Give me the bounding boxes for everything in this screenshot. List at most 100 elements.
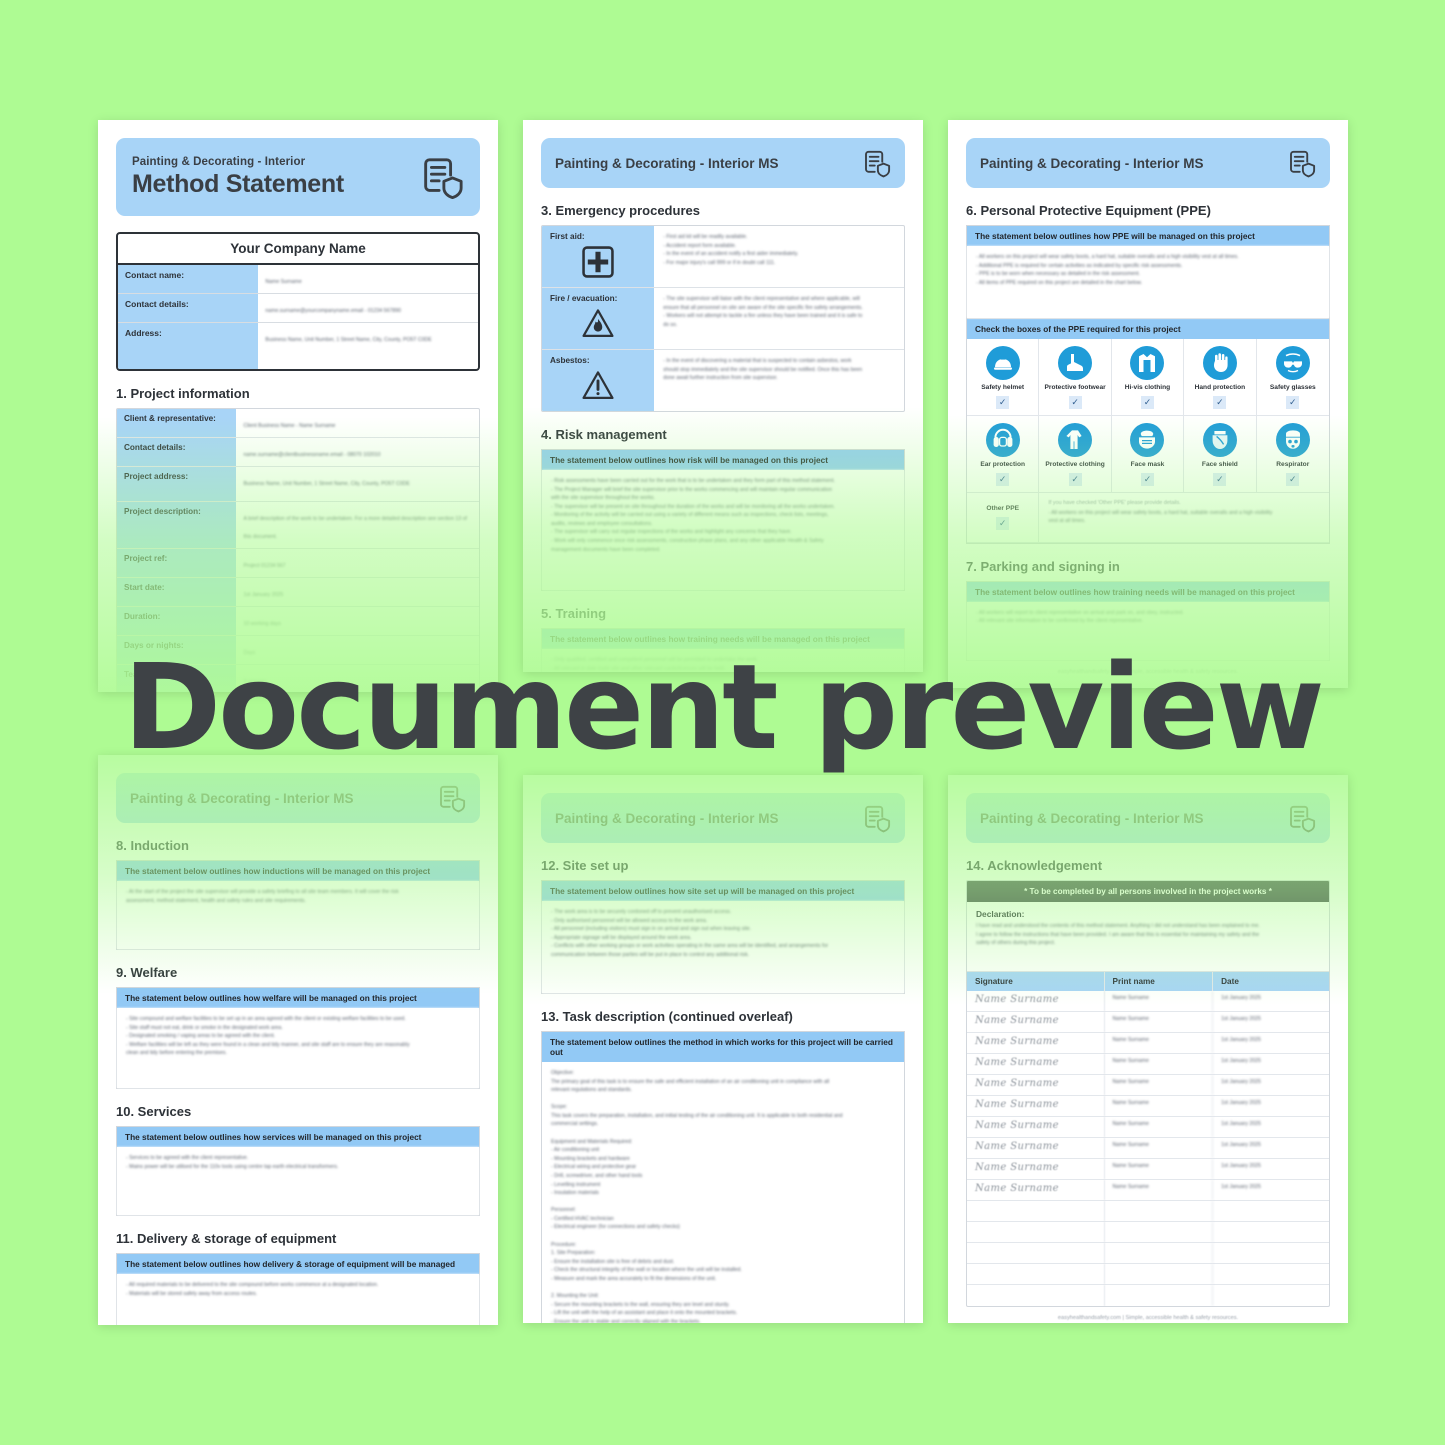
ppe-item-other[interactable]: Other PPE ✓ xyxy=(967,492,1040,542)
signature-cell xyxy=(967,1222,1105,1242)
signature-cell: Name Surname xyxy=(967,1012,1105,1032)
signature-rows: Name Surname Name Surname 1st January 20… xyxy=(967,991,1329,1306)
print-name-cell xyxy=(1105,1264,1214,1284)
ppe-checkbox[interactable]: ✓ xyxy=(1068,472,1082,486)
ppe-checkbox[interactable]: ✓ xyxy=(1140,395,1154,409)
date-cell: 1st January 2025 xyxy=(1221,995,1261,1001)
statement-body: Objective: The primary goal of this task… xyxy=(542,1062,904,1323)
signature-cell: Name Surname xyxy=(967,991,1105,1011)
section-title-parking-signing-in: 7. Parking and signing in xyxy=(966,558,1120,574)
table-row[interactable]: Name Surname Name Surname 1st January 20… xyxy=(967,1033,1329,1054)
table-row[interactable]: Name Surname Name Surname 1st January 20… xyxy=(967,1117,1329,1138)
print-name-cell: Name Surname xyxy=(1105,1117,1214,1137)
date-cell: 1st January 2025 xyxy=(1221,1016,1261,1022)
table-row[interactable]: Name Surname Name Surname 1st January 20… xyxy=(967,1159,1329,1180)
table-row[interactable]: Name Surname Name Surname 1st January 20… xyxy=(967,1012,1329,1033)
ppe-item-hand-protection[interactable]: Hand protection ✓ xyxy=(1184,339,1257,416)
row-label: Duration: xyxy=(117,607,237,635)
signature-cell xyxy=(967,1264,1105,1284)
section-title-risk-management: 4. Risk management xyxy=(541,427,667,442)
table-row[interactable] xyxy=(967,1201,1329,1222)
document-page-5: Painting & Decorating - Interior MS 12. … xyxy=(523,775,923,1323)
ppe-item-protective-clothing[interactable]: Protective clothing ✓ xyxy=(1039,415,1112,493)
row-value: Days xyxy=(243,650,256,656)
ppe-label: Face shield xyxy=(1201,460,1238,468)
page-banner: Painting & Decorating - Interior MS xyxy=(966,138,1330,188)
ppe-other-details: If you have checked 'Other PPE' please p… xyxy=(1039,493,1329,542)
ppe-checkbox[interactable]: ✓ xyxy=(1140,472,1154,486)
delivery-storage-statement: The statement below outlines how deliver… xyxy=(116,1253,480,1325)
declaration-text: I have read and understood the contents … xyxy=(976,923,1260,947)
document-page-4: Painting & Decorating - Interior MS 8. I… xyxy=(98,755,498,1325)
table-row[interactable]: Name Surname Name Surname 1st January 20… xyxy=(967,1138,1329,1159)
signature-cell xyxy=(967,1243,1105,1263)
table-row[interactable] xyxy=(967,1264,1329,1285)
table-row[interactable]: Name Surname Name Surname 1st January 20… xyxy=(967,1054,1329,1075)
ppe-item-respirator[interactable]: Respirator ✓ xyxy=(1256,416,1329,493)
section-title-training: 5. Training xyxy=(541,606,607,621)
signature-cell: Name Surname xyxy=(967,1033,1105,1053)
ppe-item-hi-vis-clothing[interactable]: Hi-vis clothing ✓ xyxy=(1111,339,1185,416)
table-row[interactable] xyxy=(967,1243,1329,1264)
first-aid-cross-icon xyxy=(581,245,615,279)
row-label: Fire / evacuation: xyxy=(550,294,618,303)
section-title-acknowledgement: 14. Acknowledgement xyxy=(966,858,1103,873)
training-statement: The statement below outlines how trainin… xyxy=(541,628,905,672)
table-row[interactable]: Name Surname Name Surname 1st January 20… xyxy=(967,1096,1329,1117)
ppe-other-row: Other PPE ✓ If you have checked 'Other P… xyxy=(967,492,1329,543)
table-row[interactable] xyxy=(967,1285,1329,1306)
table-row: Contact details: name.surname@clientbusi… xyxy=(117,438,479,467)
print-name-cell xyxy=(1105,1285,1214,1306)
date-cell: 1st January 2025 xyxy=(1221,1163,1261,1169)
table-row: Fire / evacuation: - The site supervisor… xyxy=(542,288,904,350)
statement-body: - At the start of the project the site s… xyxy=(117,881,479,949)
table-row[interactable]: Name Surname Name Surname 1st January 20… xyxy=(967,1075,1329,1096)
ppe-item-ear-protection[interactable]: Ear protection ✓ xyxy=(967,415,1040,493)
ppe-item-safety-glasses[interactable]: Safety glasses ✓ xyxy=(1256,339,1329,416)
safety-glasses-icon xyxy=(1275,346,1310,380)
statement-body: - Site compound and welfare facilities t… xyxy=(117,1008,479,1088)
warning-triangle-icon xyxy=(581,369,615,403)
print-name-cell: Name Surname xyxy=(1105,1180,1214,1200)
signature-cell: Name Surname xyxy=(967,1117,1105,1137)
table-row[interactable]: Name Surname Name Surname 1st January 20… xyxy=(967,991,1329,1012)
document-shield-icon xyxy=(861,148,891,178)
ppe-item-face-mask[interactable]: Face mask ✓ xyxy=(1111,415,1185,493)
date-cell: 1st January 2025 xyxy=(1221,1100,1261,1106)
ppe-item-safety-helmet[interactable]: Safety helmet ✓ xyxy=(967,339,1040,416)
ppe-checkbox[interactable]: ✓ xyxy=(1213,472,1227,486)
ppe-checkbox[interactable]: ✓ xyxy=(996,472,1010,486)
table-row: Project description: A brief description… xyxy=(117,502,479,549)
ppe-checkbox[interactable]: ✓ xyxy=(996,395,1010,409)
signature-cell: Name Surname xyxy=(967,1159,1105,1179)
date-cell: 1st January 2025 xyxy=(1221,1184,1261,1190)
services-statement: The statement below outlines how service… xyxy=(116,1126,480,1216)
ppe-checkbox[interactable]: ✓ xyxy=(1286,395,1300,409)
ppe-item-protective-footwear[interactable]: Protective footwear ✓ xyxy=(1039,339,1112,416)
section-title-emergency-procedures: 3. Emergency procedures xyxy=(541,203,700,218)
project-information-table: Client & representative: Client Business… xyxy=(116,408,480,692)
table-row[interactable]: Name Surname Name Surname 1st January 20… xyxy=(967,1180,1329,1201)
ppe-checkbox[interactable]: ✓ xyxy=(1068,395,1082,409)
ppe-checkbox[interactable]: ✓ xyxy=(1213,395,1227,409)
print-name-cell: Name Surname xyxy=(1105,1054,1214,1074)
row-label: Contact details: xyxy=(118,294,259,322)
document-shield-icon xyxy=(861,803,891,833)
ppe-statement: The statement below outlines how PPE wil… xyxy=(966,225,1330,319)
ppe-checkbox[interactable]: ✓ xyxy=(996,516,1010,530)
section-title-delivery-storage: 11. Delivery & storage of equipment xyxy=(116,1231,337,1246)
statement-header: The statement below outlines the method … xyxy=(542,1032,904,1062)
ppe-other-hint: If you have checked 'Other PPE' please p… xyxy=(1048,499,1181,506)
glove-icon xyxy=(1202,346,1237,380)
ppe-checkbox[interactable]: ✓ xyxy=(1286,472,1300,486)
banner-title: Painting & Decorating - Interior MS xyxy=(980,155,1204,171)
row-label-cell: Fire / evacuation: xyxy=(542,288,655,349)
declaration-label: Declaration: xyxy=(976,909,1025,919)
ppe-label: Safety glasses xyxy=(1269,384,1316,391)
safety-helmet-icon xyxy=(985,346,1020,380)
ppe-item-face-shield[interactable]: Face shield ✓ xyxy=(1184,415,1257,493)
table-row[interactable] xyxy=(967,1222,1329,1243)
face-mask-icon xyxy=(1130,422,1165,457)
section-title-task-description: 13. Task description (continued overleaf… xyxy=(541,1009,793,1024)
table-row: Team size: 3 persons xyxy=(117,665,479,692)
